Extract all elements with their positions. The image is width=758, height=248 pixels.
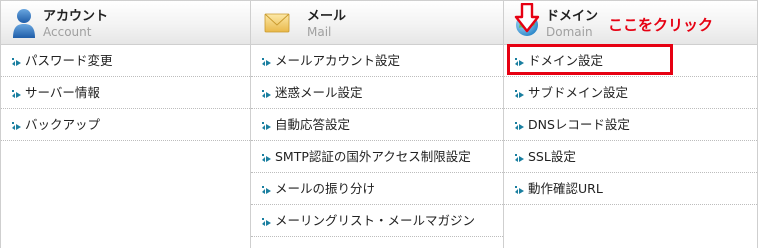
menu-item-label[interactable]: 動作確認URL xyxy=(528,182,603,196)
menu-item-label[interactable]: DNSレコード設定 xyxy=(528,118,630,132)
menu-item-mailing-list[interactable]: メーリングリスト・メールマガジン xyxy=(251,205,503,237)
mail-subtitle: Mail xyxy=(307,25,332,39)
menu-item-auto-reply[interactable]: 自動応答設定 xyxy=(251,109,503,141)
arrow-bullet-icon xyxy=(515,90,524,98)
arrow-bullet-icon xyxy=(515,122,524,130)
menu-item-password-change[interactable]: パスワード変更 xyxy=(1,45,250,77)
menu-item-label[interactable]: 迷惑メール設定 xyxy=(275,86,363,100)
menu-item-server-info[interactable]: サーバー情報 xyxy=(1,77,250,109)
mail-column: メール Mail メールアカウント設定 迷惑メール設定 自動応答設定 SMTP認… xyxy=(251,0,504,248)
arrow-bullet-icon xyxy=(515,154,524,162)
arrow-bullet-icon xyxy=(12,90,21,98)
menu-item-label[interactable]: メールアカウント設定 xyxy=(275,54,400,68)
menu-item-label[interactable]: SMTP認証の国外アクセス制限設定 xyxy=(275,150,471,164)
account-header: アカウント Account xyxy=(1,0,250,45)
domain-settings-highlight xyxy=(507,44,673,75)
arrow-bullet-icon xyxy=(262,122,271,130)
domain-title: ドメイン xyxy=(546,9,599,24)
arrow-bullet-icon xyxy=(262,186,271,194)
menu-item-label[interactable]: パスワード変更 xyxy=(25,54,113,68)
menu-item-label[interactable]: 自動応答設定 xyxy=(275,118,350,132)
arrow-bullet-icon xyxy=(262,154,271,162)
menu-item-mail-account[interactable]: メールアカウント設定 xyxy=(251,45,503,77)
menu-item-label[interactable]: メールの振り分け xyxy=(275,182,375,196)
menu-item-label[interactable]: サーバー情報 xyxy=(25,86,100,100)
arrow-bullet-icon xyxy=(12,58,21,66)
menu-item-ssl-settings[interactable]: SSL設定 xyxy=(504,141,757,173)
click-here-annotation: ここをクリック xyxy=(608,16,714,34)
menu-item-mail-filter[interactable]: メールの振り分け xyxy=(251,173,503,205)
menu-item-label[interactable]: メーリングリスト・メールマガジン xyxy=(275,214,475,228)
arrow-bullet-icon xyxy=(515,186,524,194)
user-icon xyxy=(13,9,35,38)
account-subtitle: Account xyxy=(43,25,92,39)
mail-header: メール Mail xyxy=(251,0,503,45)
menu-item-label[interactable]: バックアップ xyxy=(25,118,100,132)
menu-item-smtp-restriction[interactable]: SMTP認証の国外アクセス制限設定 xyxy=(251,141,503,173)
mail-title: メール xyxy=(307,9,347,24)
arrow-bullet-icon xyxy=(262,58,271,66)
menu-item-spam-settings[interactable]: 迷惑メール設定 xyxy=(251,77,503,109)
menu-item-label[interactable]: SSL設定 xyxy=(528,150,576,164)
account-title: アカウント xyxy=(43,9,109,24)
menu-item-backup[interactable]: バックアップ xyxy=(1,109,250,141)
envelope-icon xyxy=(264,13,290,33)
account-column: アカウント Account パスワード変更 サーバー情報 バックアップ xyxy=(0,0,251,248)
control-panel-menu: アカウント Account パスワード変更 サーバー情報 バックアップ メール … xyxy=(0,0,758,248)
domain-column: ドメイン Domain ドメイン設定 サブドメイン設定 DNSレコード設定 SS… xyxy=(504,0,758,248)
menu-item-test-url[interactable]: 動作確認URL xyxy=(504,173,757,205)
menu-item-subdomain-settings[interactable]: サブドメイン設定 xyxy=(504,77,757,109)
menu-item-dns-record[interactable]: DNSレコード設定 xyxy=(504,109,757,141)
down-arrow-annotation-icon xyxy=(514,3,540,33)
arrow-bullet-icon xyxy=(262,218,271,226)
arrow-bullet-icon xyxy=(12,122,21,130)
menu-item-label[interactable]: サブドメイン設定 xyxy=(528,86,628,100)
arrow-bullet-icon xyxy=(262,90,271,98)
domain-subtitle: Domain xyxy=(546,25,593,39)
